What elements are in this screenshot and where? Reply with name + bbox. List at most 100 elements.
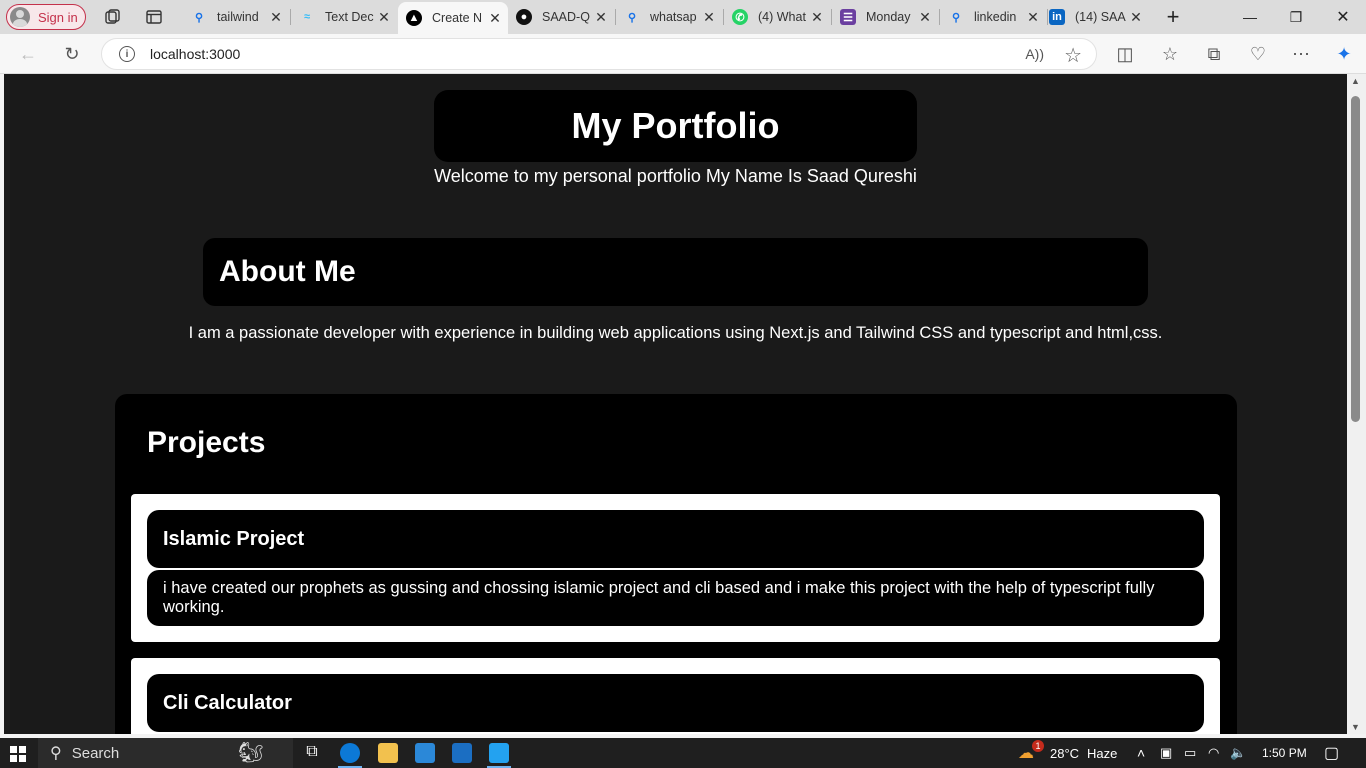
close-icon[interactable]: ✕ bbox=[592, 9, 610, 26]
close-icon[interactable]: ✕ bbox=[1127, 9, 1145, 26]
scroll-down-icon[interactable]: ▼ bbox=[1351, 722, 1360, 732]
more-menu-icon[interactable]: ⋯ bbox=[1290, 43, 1312, 65]
weather-desc: Haze bbox=[1087, 745, 1118, 761]
scrollbar-thumb[interactable] bbox=[1351, 96, 1360, 422]
tab-github[interactable]: ● SAAD-Q ✕ bbox=[508, 4, 614, 30]
weather-widget[interactable]: ☁ 1 28°C Haze bbox=[1018, 738, 1117, 768]
close-icon[interactable]: ✕ bbox=[700, 9, 718, 26]
browser-essentials-icon[interactable]: ♡ bbox=[1247, 43, 1269, 65]
about-heading: About Me bbox=[219, 255, 356, 288]
signin-button[interactable]: Sign in bbox=[6, 4, 86, 30]
tab-title: whatsap bbox=[650, 10, 697, 24]
tab-linkedin-search[interactable]: ⚲ linkedin ✕ bbox=[940, 4, 1046, 30]
linkedin-icon: in bbox=[1049, 9, 1065, 25]
search-icon: ⚲ bbox=[627, 11, 637, 24]
refresh-icon[interactable]: ↻ bbox=[61, 43, 83, 65]
scroll-up-icon[interactable]: ▲ bbox=[1351, 76, 1360, 86]
weather-temp: 28°C bbox=[1050, 745, 1080, 761]
favorite-star-icon[interactable]: ☆ bbox=[1064, 43, 1082, 68]
hero-title-box: My Portfolio bbox=[434, 90, 917, 162]
github-icon: ● bbox=[516, 9, 532, 25]
tab-title: Create N bbox=[432, 11, 483, 25]
tray-overflow-icon[interactable]: ˄ bbox=[1137, 738, 1145, 768]
signin-label: Sign in bbox=[38, 9, 78, 25]
close-icon[interactable]: ✕ bbox=[486, 10, 504, 27]
close-icon[interactable]: ✕ bbox=[375, 9, 393, 26]
taskbar: ⚲ Search 🐿 ⧉ ☁ 1 28°C Haze ˄ ▣ ▭ ◠ 🔈 1:5… bbox=[0, 738, 1366, 768]
read-aloud-icon[interactable]: A)) bbox=[1025, 46, 1044, 62]
tab-title: (4) What bbox=[758, 10, 806, 24]
edge-icon[interactable] bbox=[340, 743, 360, 763]
notifications-icon[interactable]: ▢ bbox=[1324, 738, 1339, 768]
project-card: Cli Calculator bbox=[131, 658, 1220, 734]
search-label: Search bbox=[71, 744, 120, 762]
tab-linkedin[interactable]: in (14) SAA ✕ bbox=[1041, 4, 1149, 30]
projects-section: Projects Islamic Project i have created … bbox=[115, 394, 1237, 734]
about-text: I am a passionate developer with experie… bbox=[188, 324, 1163, 342]
close-window-icon[interactable]: ✕ bbox=[1320, 0, 1366, 34]
copilot-icon[interactable]: ✦ bbox=[1333, 43, 1355, 65]
info-icon[interactable]: i bbox=[119, 46, 135, 62]
search-icon: ⚲ bbox=[194, 11, 204, 24]
collections-icon[interactable]: ⧉ bbox=[1203, 43, 1225, 65]
url-text[interactable]: localhost:3000 bbox=[150, 46, 240, 62]
address-bar: ← ↻ i localhost:3000 A)) ☆ ◫ ☆ ⧉ ♡ ⋯ ✦ bbox=[0, 34, 1366, 74]
hero-subtitle: Welcome to my personal portfolio My Name… bbox=[434, 166, 917, 186]
restore-icon[interactable]: ❐ bbox=[1273, 0, 1319, 34]
clock[interactable]: 1:50 PM bbox=[1262, 738, 1307, 768]
search-highlight-icon: 🐿 bbox=[238, 742, 264, 764]
minimize-icon[interactable]: — bbox=[1227, 0, 1273, 34]
new-tab-icon[interactable]: + bbox=[1150, 0, 1196, 34]
weather-badge: 1 bbox=[1032, 740, 1044, 752]
avatar-icon bbox=[10, 7, 30, 27]
file-explorer-icon[interactable] bbox=[378, 743, 398, 763]
tab-whatsapp[interactable]: ✆ (4) What ✕ bbox=[724, 4, 830, 30]
close-icon[interactable]: ✕ bbox=[1024, 9, 1042, 26]
tailwind-icon: ≈ bbox=[303, 11, 311, 23]
battery-icon[interactable]: ▭ bbox=[1184, 738, 1196, 768]
meet-icon[interactable]: ▣ bbox=[1160, 738, 1172, 768]
vscode-icon[interactable] bbox=[489, 743, 509, 763]
volume-icon[interactable]: 🔈 bbox=[1230, 738, 1246, 768]
project-description: i have created our prophets as gussing a… bbox=[147, 570, 1204, 626]
tab-tailwind[interactable]: ⚲ tailwind ✕ bbox=[183, 4, 289, 30]
project-title: Cli Calculator bbox=[147, 674, 1204, 732]
back-icon[interactable]: ← bbox=[17, 43, 39, 65]
page-viewport: My Portfolio Welcome to my personal port… bbox=[4, 74, 1347, 734]
tab-title: Monday bbox=[866, 10, 911, 24]
taskbar-search[interactable]: ⚲ Search 🐿 bbox=[38, 738, 293, 768]
windows-start-icon[interactable] bbox=[10, 746, 26, 762]
task-view-icon[interactable]: ⧉ bbox=[302, 743, 322, 763]
nextjs-icon: ▲ bbox=[406, 10, 422, 26]
favorites-icon[interactable]: ☆ bbox=[1159, 43, 1181, 65]
whatsapp-icon: ✆ bbox=[732, 9, 748, 25]
close-icon[interactable]: ✕ bbox=[916, 9, 934, 26]
scrollbar[interactable]: ▲ ▼ bbox=[1347, 74, 1366, 734]
tab-monday[interactable]: ☰ Monday ✕ bbox=[832, 4, 938, 30]
project-card: Islamic Project i have created our proph… bbox=[131, 494, 1220, 642]
tab-create-next[interactable]: ▲ Create N ✕ bbox=[398, 2, 508, 34]
split-screen-icon[interactable]: ◫ bbox=[1114, 43, 1136, 65]
url-field[interactable]: i localhost:3000 A)) ☆ bbox=[101, 38, 1097, 70]
page-title: My Portfolio bbox=[571, 105, 780, 146]
close-icon[interactable]: ✕ bbox=[267, 9, 285, 26]
workspaces-icon[interactable] bbox=[104, 8, 122, 26]
search-icon: ⚲ bbox=[50, 745, 62, 762]
forms-icon: ☰ bbox=[840, 9, 856, 25]
mail-icon[interactable] bbox=[452, 743, 472, 763]
tab-actions-icon[interactable] bbox=[145, 8, 163, 26]
tab-title: linkedin bbox=[974, 10, 1017, 24]
project-title: Islamic Project bbox=[147, 510, 1204, 568]
tab-title: Text Dec bbox=[325, 10, 374, 24]
tab-title: tailwind bbox=[217, 10, 259, 24]
search-icon: ⚲ bbox=[951, 11, 961, 24]
tab-text-decoration[interactable]: ≈ Text Dec ✕ bbox=[291, 4, 397, 30]
wifi-icon[interactable]: ◠ bbox=[1208, 738, 1219, 768]
close-icon[interactable]: ✕ bbox=[808, 9, 826, 26]
tab-bar: Sign in ⚲ tailwind ✕ ≈ Text Dec ✕ ▲ Crea… bbox=[0, 0, 1366, 34]
store-icon[interactable] bbox=[415, 743, 435, 763]
tab-title: SAAD-Q bbox=[542, 10, 590, 24]
tab-whatsapp-search[interactable]: ⚲ whatsap ✕ bbox=[616, 4, 722, 30]
projects-heading: Projects bbox=[147, 426, 266, 459]
tab-title: (14) SAA bbox=[1075, 10, 1126, 24]
